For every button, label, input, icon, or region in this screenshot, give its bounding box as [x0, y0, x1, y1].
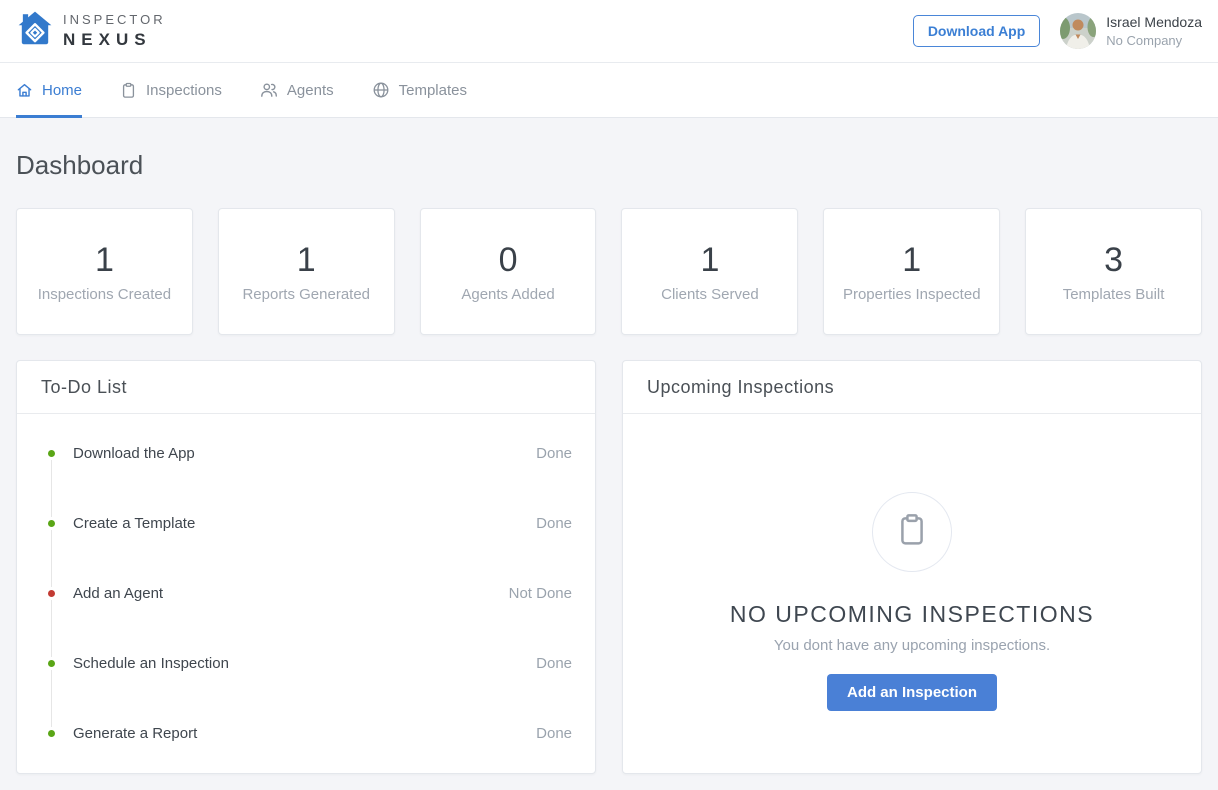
user-menu[interactable]: Israel Mendoza No Company: [1060, 13, 1202, 49]
stat-label: Clients Served: [661, 285, 759, 303]
todo-status: Done: [536, 654, 572, 672]
stat-card-inspections-created: 1 Inspections Created: [16, 208, 193, 335]
avatar[interactable]: [1060, 13, 1097, 49]
stats-row: 1 Inspections Created 1 Reports Generate…: [16, 208, 1202, 335]
nav-tab-label: Agents: [286, 81, 334, 99]
todo-item-create-a-template[interactable]: Create a Template Done: [17, 488, 595, 587]
status-dot: [48, 519, 55, 527]
brand-logo[interactable]: INSPECTOR NEXUS: [16, 10, 166, 53]
brand-name-top: INSPECTOR: [63, 12, 166, 28]
status-dot: [48, 729, 55, 737]
todo-status: Not Done: [508, 584, 572, 602]
status-dot: [48, 659, 55, 667]
todo-item-generate-a-report[interactable]: Generate a Report Done: [17, 698, 595, 768]
nav-tab-label: Templates: [398, 81, 467, 99]
stat-value: 0: [498, 241, 518, 280]
stat-card-agents-added: 0 Agents Added: [419, 208, 597, 335]
user-company: No Company: [1106, 32, 1183, 48]
nav-tab-label: Home: [42, 81, 83, 99]
brand-name-bottom: NEXUS: [63, 29, 152, 49]
house-diamond-icon: [16, 10, 54, 53]
todo-status: Done: [536, 724, 572, 742]
globe-icon: [372, 81, 390, 99]
home-icon: [16, 82, 33, 99]
nav-tab-templates[interactable]: Templates: [372, 63, 467, 117]
stat-label: Properties Inspected: [842, 285, 981, 303]
nav-tab-label: Inspections: [146, 81, 222, 99]
stat-label: Reports Generated: [242, 285, 371, 303]
todo-item-schedule-an-inspection[interactable]: Schedule an Inspection Done: [17, 628, 595, 727]
todo-label: Create a Template: [73, 514, 196, 532]
upcoming-panel-title: Upcoming Inspections: [623, 361, 1201, 414]
page-title: Dashboard: [16, 150, 144, 180]
stat-label: Agents Added: [461, 285, 555, 303]
stat-value: 3: [1104, 241, 1124, 280]
todo-label: Download the App: [73, 444, 195, 462]
todo-label: Generate a Report: [73, 724, 198, 742]
todo-status: Done: [536, 514, 572, 532]
empty-state-circle: [872, 492, 952, 572]
stat-card-properties-inspected: 1 Properties Inspected: [823, 208, 1001, 335]
stat-card-reports-generated: 1 Reports Generated: [217, 208, 395, 335]
status-dot: [48, 449, 55, 457]
stat-label: Templates Built: [1062, 285, 1165, 303]
upcoming-empty-state: NO UPCOMING INSPECTIONS You dont have an…: [623, 414, 1201, 711]
stat-card-clients-served: 1 Clients Served: [621, 208, 799, 335]
stat-value: 1: [700, 241, 720, 280]
main-nav: Home Inspections Agents Templates: [0, 63, 1218, 118]
nav-tab-inspections[interactable]: Inspections: [120, 63, 222, 117]
todo-item-download-the-app[interactable]: Download the App Done: [17, 418, 595, 517]
nav-tab-home[interactable]: Home: [16, 63, 83, 118]
todo-panel: To-Do List Download the App Done Create …: [16, 360, 596, 774]
app-header: INSPECTOR NEXUS Download App Israel Mend…: [0, 0, 1218, 63]
todo-panel-title: To-Do List: [17, 361, 595, 414]
stat-value: 1: [902, 241, 922, 280]
empty-state-subtitle: You dont have any upcoming inspections.: [773, 637, 1051, 654]
upcoming-inspections-panel: Upcoming Inspections NO UPCOMING INSPECT…: [622, 360, 1202, 774]
stat-card-templates-built: 3 Templates Built: [1025, 208, 1202, 335]
todo-label: Schedule an Inspection: [73, 654, 229, 672]
status-dot: [48, 589, 55, 597]
todo-status: Done: [536, 444, 572, 462]
todo-label: Add an Agent: [73, 584, 164, 602]
todo-item-add-an-agent[interactable]: Add an Agent Not Done: [17, 558, 595, 657]
stat-value: 1: [296, 241, 316, 280]
dashboard-page: Dashboard 1 Inspections Created 1 Report…: [0, 118, 1218, 790]
nav-tab-agents[interactable]: Agents: [260, 63, 334, 117]
download-app-button[interactable]: Download App: [912, 15, 1041, 47]
people-icon: [260, 81, 278, 99]
empty-state-title: NO UPCOMING INSPECTIONS: [729, 601, 1095, 627]
clipboard-icon: [897, 513, 927, 552]
stat-value: 1: [94, 241, 114, 280]
user-name: Israel Mendoza: [1106, 13, 1202, 30]
clipboard-icon: [120, 82, 137, 99]
todo-list: Download the App Done Create a Template …: [17, 414, 595, 768]
stat-label: Inspections Created: [37, 285, 172, 303]
add-inspection-button[interactable]: Add an Inspection: [826, 674, 997, 711]
